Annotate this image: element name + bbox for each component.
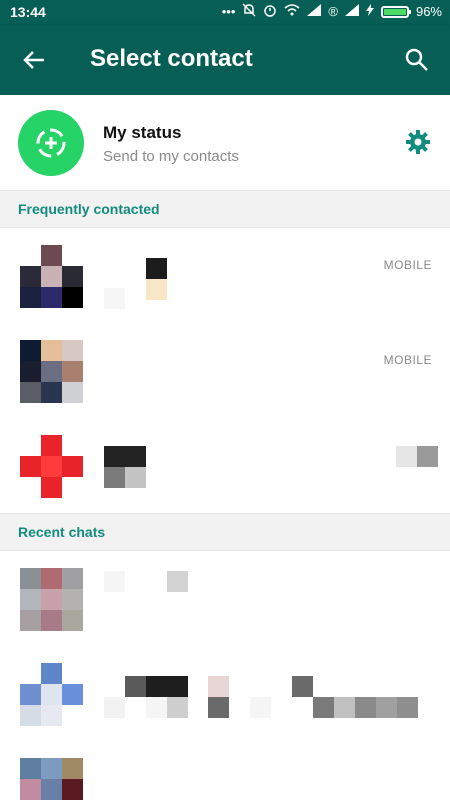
contact-name-redacted bbox=[167, 697, 188, 718]
section-header-frequent: Frequently contacted bbox=[0, 190, 450, 228]
status-icons: ••• ® 96% bbox=[222, 3, 442, 20]
contact-name-redacted bbox=[104, 446, 146, 467]
status-bar: 13:44 ••• ® 96% bbox=[0, 0, 450, 25]
contact-name-redacted bbox=[313, 697, 334, 718]
section-header-recent: Recent chats bbox=[0, 513, 450, 551]
contact-row[interactable]: MOBILE bbox=[0, 323, 450, 418]
my-status-row[interactable]: My status Send to my contacts bbox=[0, 95, 450, 190]
status-add-icon bbox=[18, 110, 84, 176]
avatar bbox=[20, 340, 83, 403]
contact-type-redacted bbox=[417, 446, 438, 467]
page-title: Select contact bbox=[90, 45, 253, 72]
mute-icon bbox=[242, 3, 256, 20]
contact-name-redacted bbox=[355, 697, 376, 718]
contact-name-redacted bbox=[125, 676, 146, 697]
gear-icon[interactable] bbox=[404, 128, 432, 156]
avatar bbox=[20, 758, 83, 800]
battery-percent: 96% bbox=[415, 4, 442, 19]
roaming-indicator: ® bbox=[328, 4, 338, 19]
app-bar: Select contact bbox=[0, 25, 450, 95]
charging-icon bbox=[365, 4, 374, 19]
contact-name-redacted bbox=[125, 467, 146, 488]
contact-name-redacted bbox=[250, 697, 271, 718]
contact-type-label: MOBILE bbox=[383, 258, 432, 272]
contact-name-redacted bbox=[376, 697, 397, 718]
signal-2-icon bbox=[344, 4, 359, 19]
contact-name-redacted bbox=[208, 676, 229, 697]
arrow-back-icon[interactable] bbox=[20, 45, 50, 75]
contact-name-redacted bbox=[146, 258, 167, 279]
contact-name-redacted bbox=[146, 676, 188, 697]
contact-name-redacted bbox=[104, 288, 125, 309]
contact-name-redacted bbox=[334, 697, 355, 718]
wifi-icon bbox=[284, 4, 300, 19]
contact-row[interactable] bbox=[0, 741, 450, 800]
contact-name-redacted bbox=[146, 697, 167, 718]
status-time: 13:44 bbox=[10, 4, 46, 20]
contact-row[interactable]: MOBILE bbox=[0, 228, 450, 323]
avatar bbox=[20, 568, 83, 631]
more-dots-icon: ••• bbox=[221, 4, 236, 19]
contact-name-redacted bbox=[146, 279, 167, 300]
contact-row[interactable] bbox=[0, 551, 450, 646]
contact-name-redacted bbox=[104, 571, 125, 592]
contact-name-redacted bbox=[104, 697, 125, 718]
contact-name-redacted bbox=[397, 697, 418, 718]
contact-row[interactable] bbox=[0, 646, 450, 741]
contact-row[interactable] bbox=[0, 418, 450, 513]
search-icon[interactable] bbox=[402, 45, 432, 75]
contact-type-redacted bbox=[396, 446, 417, 467]
alarm-icon bbox=[263, 3, 277, 20]
signal-icon bbox=[307, 4, 322, 19]
section-title-recent: Recent chats bbox=[18, 524, 106, 540]
contact-name-redacted bbox=[167, 571, 188, 592]
avatar bbox=[20, 663, 83, 726]
avatar bbox=[20, 435, 83, 498]
my-status-subtitle: Send to my contacts bbox=[103, 148, 239, 165]
contact-name-redacted bbox=[104, 467, 125, 488]
avatar bbox=[20, 245, 83, 308]
battery-icon bbox=[380, 5, 411, 18]
my-status-title: My status bbox=[103, 123, 182, 142]
contact-type-label: MOBILE bbox=[383, 353, 432, 367]
contact-name-redacted bbox=[292, 676, 313, 697]
section-title-frequent: Frequently contacted bbox=[18, 201, 160, 217]
contact-name-redacted bbox=[208, 697, 229, 718]
